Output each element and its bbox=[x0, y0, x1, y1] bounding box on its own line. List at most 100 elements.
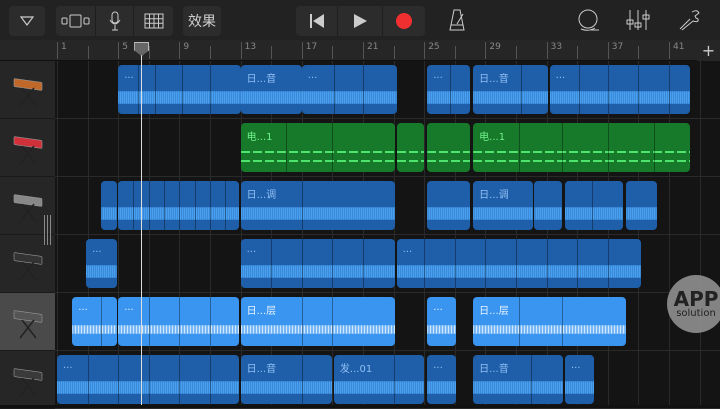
waveform bbox=[101, 207, 117, 220]
track-divider bbox=[55, 176, 720, 177]
ruler-label: 25 bbox=[428, 42, 440, 52]
region[interactable]: 日...层 bbox=[473, 297, 627, 346]
region[interactable] bbox=[427, 181, 471, 230]
region-segment-divider bbox=[668, 65, 670, 114]
waveform bbox=[427, 381, 457, 394]
region[interactable]: 日...层 bbox=[240, 297, 396, 346]
region[interactable]: ... bbox=[57, 355, 240, 404]
region-segment-divider bbox=[607, 65, 609, 114]
ruler-tick bbox=[87, 46, 89, 59]
region[interactable]: ... bbox=[86, 239, 117, 288]
region-label: 日...层 bbox=[479, 306, 509, 317]
grid-button[interactable] bbox=[134, 6, 173, 36]
ruler-label: 5 bbox=[122, 42, 128, 52]
region[interactable]: ... bbox=[118, 65, 241, 114]
region[interactable]: ... bbox=[427, 65, 471, 114]
waveform bbox=[473, 145, 691, 166]
region-label: ... bbox=[555, 70, 566, 81]
loop-button[interactable] bbox=[577, 9, 601, 37]
region-segment-divider bbox=[638, 65, 640, 114]
microphone-button[interactable] bbox=[96, 6, 134, 36]
region[interactable]: ... bbox=[301, 65, 397, 114]
region[interactable]: 日...调 bbox=[473, 181, 533, 230]
region[interactable]: ... bbox=[427, 297, 457, 346]
track-divider bbox=[55, 350, 720, 351]
region[interactable]: ... bbox=[549, 65, 691, 114]
resize-handle[interactable] bbox=[44, 215, 52, 245]
record-button[interactable] bbox=[383, 6, 425, 36]
ruler-tick bbox=[271, 46, 273, 59]
region-segment-divider bbox=[133, 181, 135, 230]
region[interactable] bbox=[118, 181, 240, 230]
waveform bbox=[473, 325, 627, 334]
waveform bbox=[240, 207, 396, 220]
track-divider bbox=[55, 234, 720, 235]
add-section-button[interactable]: + bbox=[697, 40, 720, 61]
region[interactable]: ... bbox=[72, 297, 117, 346]
region-label: ... bbox=[78, 302, 88, 313]
region[interactable] bbox=[101, 181, 117, 230]
waveform bbox=[333, 381, 425, 394]
ruler-tick bbox=[179, 42, 181, 59]
region[interactable] bbox=[534, 181, 562, 230]
region-segment-divider bbox=[154, 65, 156, 114]
play-button[interactable] bbox=[338, 6, 383, 36]
region[interactable]: 电...1 bbox=[473, 123, 691, 172]
record-icon bbox=[396, 13, 412, 29]
view-toggle-button[interactable] bbox=[56, 6, 96, 36]
region[interactable] bbox=[626, 181, 657, 230]
region-segment-divider bbox=[519, 123, 521, 172]
region[interactable]: 日...音 bbox=[240, 65, 302, 114]
keyboard-black-icon bbox=[13, 251, 42, 280]
region-label: 日...调 bbox=[479, 190, 509, 201]
ruler-tick bbox=[454, 46, 456, 59]
region-segment-divider bbox=[578, 65, 580, 114]
browser-button[interactable] bbox=[9, 6, 45, 36]
region[interactable] bbox=[396, 123, 425, 172]
waveform bbox=[473, 91, 549, 104]
region[interactable]: ... bbox=[240, 239, 396, 288]
region[interactable]: 日...调 bbox=[240, 181, 396, 230]
track-header-keyboard-red[interactable] bbox=[0, 119, 55, 177]
ruler-label: 41 bbox=[673, 42, 685, 52]
region-segment-divider bbox=[515, 239, 517, 288]
region[interactable]: 日...音 bbox=[473, 355, 564, 404]
settings-button[interactable] bbox=[678, 9, 700, 35]
region[interactable]: ... bbox=[427, 355, 457, 404]
timeline-ruler[interactable]: 1 5 9 13 17 21 25 29 33 37 41 bbox=[0, 40, 720, 61]
region[interactable]: 日...音 bbox=[473, 65, 549, 114]
metronome-button[interactable] bbox=[449, 9, 465, 35]
mixer-button[interactable] bbox=[626, 9, 650, 35]
tracks-area[interactable]: ... 日...音...... 日...音... 电...1 电...1 日...调 日..… bbox=[55, 61, 720, 409]
region[interactable] bbox=[427, 123, 471, 172]
region-segment-divider bbox=[209, 65, 211, 114]
region[interactable]: ... bbox=[564, 355, 595, 404]
rewind-button[interactable] bbox=[296, 6, 338, 36]
region-segment-divider bbox=[87, 355, 89, 404]
region[interactable]: ... bbox=[396, 239, 642, 288]
region-segment-divider bbox=[148, 297, 150, 346]
ruler-label: 13 bbox=[244, 42, 257, 52]
region[interactable] bbox=[564, 181, 624, 230]
region[interactable]: ... bbox=[118, 297, 240, 346]
region[interactable]: 发...01 bbox=[333, 355, 425, 404]
region-segment-divider bbox=[362, 239, 364, 288]
region-segment-divider bbox=[519, 297, 521, 346]
ruler-tick bbox=[301, 42, 303, 59]
track-header-synth-orange[interactable] bbox=[0, 61, 55, 119]
track-divider bbox=[55, 292, 720, 293]
region[interactable]: 日...音 bbox=[240, 355, 333, 404]
region-label: 日...音 bbox=[246, 74, 277, 85]
effects-button[interactable]: 效果 bbox=[183, 6, 221, 36]
region[interactable]: 电...1 bbox=[240, 123, 396, 172]
region-segment-divider bbox=[301, 355, 303, 404]
region-segment-divider bbox=[561, 123, 563, 172]
waveform bbox=[240, 91, 302, 104]
track-header-organ[interactable] bbox=[0, 351, 55, 409]
metronome-icon bbox=[449, 9, 465, 31]
track-header-workstation[interactable] bbox=[0, 293, 55, 351]
ruler-tick bbox=[577, 46, 579, 59]
organ-icon bbox=[13, 367, 42, 396]
region-label: 日...层 bbox=[246, 306, 277, 317]
region-segment-divider bbox=[607, 239, 609, 288]
